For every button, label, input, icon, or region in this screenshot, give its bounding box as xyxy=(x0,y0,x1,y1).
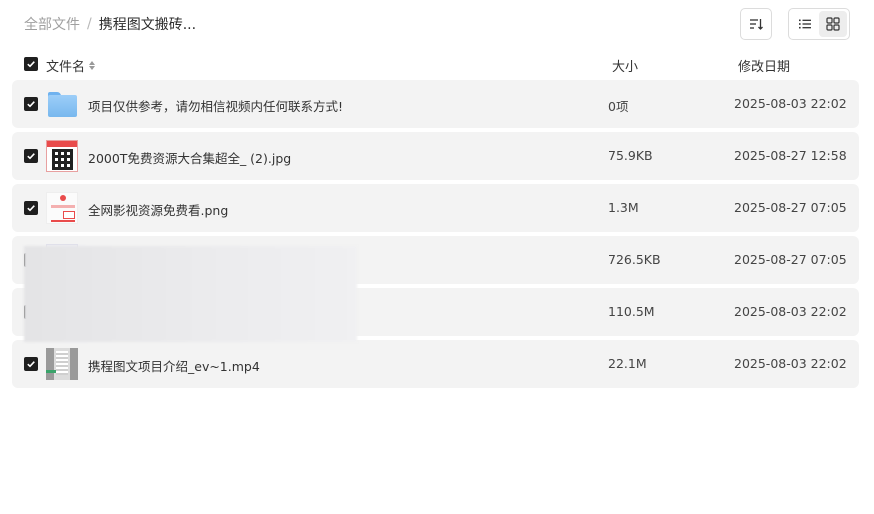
video-thumbnail xyxy=(46,348,78,380)
grid-view-button[interactable] xyxy=(819,11,847,37)
file-size: 0项 xyxy=(608,99,629,114)
file-date: 2025-08-03 22:02 xyxy=(734,96,847,111)
row-checkbox[interactable] xyxy=(24,201,38,215)
file-row[interactable]: 项目仅供参考，请勿相信视频内任何联系方式! 0项 2025-08-03 22:0… xyxy=(12,80,859,128)
breadcrumb-separator: / xyxy=(87,16,92,32)
file-date: 2025-08-27 12:58 xyxy=(734,148,847,163)
file-size: 1.3M xyxy=(608,200,639,215)
file-date: 2025-08-27 07:05 xyxy=(734,252,847,267)
checkmark-icon xyxy=(27,205,35,212)
file-date: 2025-08-27 07:05 xyxy=(734,200,847,215)
column-header-size[interactable]: 大小 xyxy=(612,56,638,75)
checkmark-icon xyxy=(27,361,35,368)
file-row[interactable]: 2000T免费资源大合集超全_ (2).jpg 75.9KB 2025-08-2… xyxy=(12,132,859,180)
folder-icon xyxy=(46,88,78,120)
file-size: 75.9KB xyxy=(608,148,653,163)
list-view-icon xyxy=(799,19,811,29)
image-thumbnail xyxy=(46,192,78,224)
file-row[interactable]: 全网影视资源免费看.png 1.3M 2025-08-27 07:05 xyxy=(12,184,859,232)
file-size: 22.1M xyxy=(608,356,647,371)
file-name[interactable]: 携程图文项目介绍_ev~1.mp4 xyxy=(88,356,260,375)
view-toggle xyxy=(788,8,850,40)
file-row[interactable]: 携程图文项目介绍_ev~1.mp4 22.1M 2025-08-03 22:02 xyxy=(12,340,859,388)
file-date: 2025-08-03 22:02 xyxy=(734,304,847,319)
file-size: 110.5M xyxy=(608,304,655,319)
sort-icon xyxy=(750,19,763,30)
breadcrumb-root-link[interactable]: 全部文件 xyxy=(24,14,80,34)
checkmark-icon xyxy=(27,101,35,108)
file-list: 项目仅供参考，请勿相信视频内任何联系方式! 0项 2025-08-03 22:0… xyxy=(12,80,859,392)
column-header-name[interactable]: 文件名 xyxy=(46,56,96,75)
file-name[interactable]: 项目仅供参考，请勿相信视频内任何联系方式! xyxy=(88,96,343,115)
file-list-header: 文件名 大小 修改日期 xyxy=(12,50,859,78)
checkmark-icon xyxy=(27,153,35,160)
breadcrumb-current: 携程图文搬砖... xyxy=(98,17,197,33)
breadcrumb: 全部文件 / 携程图文搬砖... xyxy=(24,14,196,34)
column-header-name-label: 文件名 xyxy=(46,60,86,75)
file-date: 2025-08-03 22:02 xyxy=(734,356,847,371)
file-size: 726.5KB xyxy=(608,252,661,267)
grid-view-icon xyxy=(826,17,840,31)
row-checkbox[interactable] xyxy=(24,357,38,371)
checkmark-icon xyxy=(27,61,35,68)
file-name[interactable]: 全网影视资源免费看.png xyxy=(88,200,228,219)
file-name[interactable]: 2000T免费资源大合集超全_ (2).jpg xyxy=(88,148,291,167)
image-thumbnail xyxy=(46,140,78,172)
redaction-overlay xyxy=(24,246,357,342)
sort-button[interactable] xyxy=(740,8,772,40)
list-view-button[interactable] xyxy=(791,11,819,37)
row-checkbox[interactable] xyxy=(24,149,38,163)
sort-arrows-icon xyxy=(89,61,96,70)
row-checkbox[interactable] xyxy=(24,97,38,111)
select-all-checkbox[interactable] xyxy=(24,57,38,71)
column-header-date[interactable]: 修改日期 xyxy=(738,56,790,75)
